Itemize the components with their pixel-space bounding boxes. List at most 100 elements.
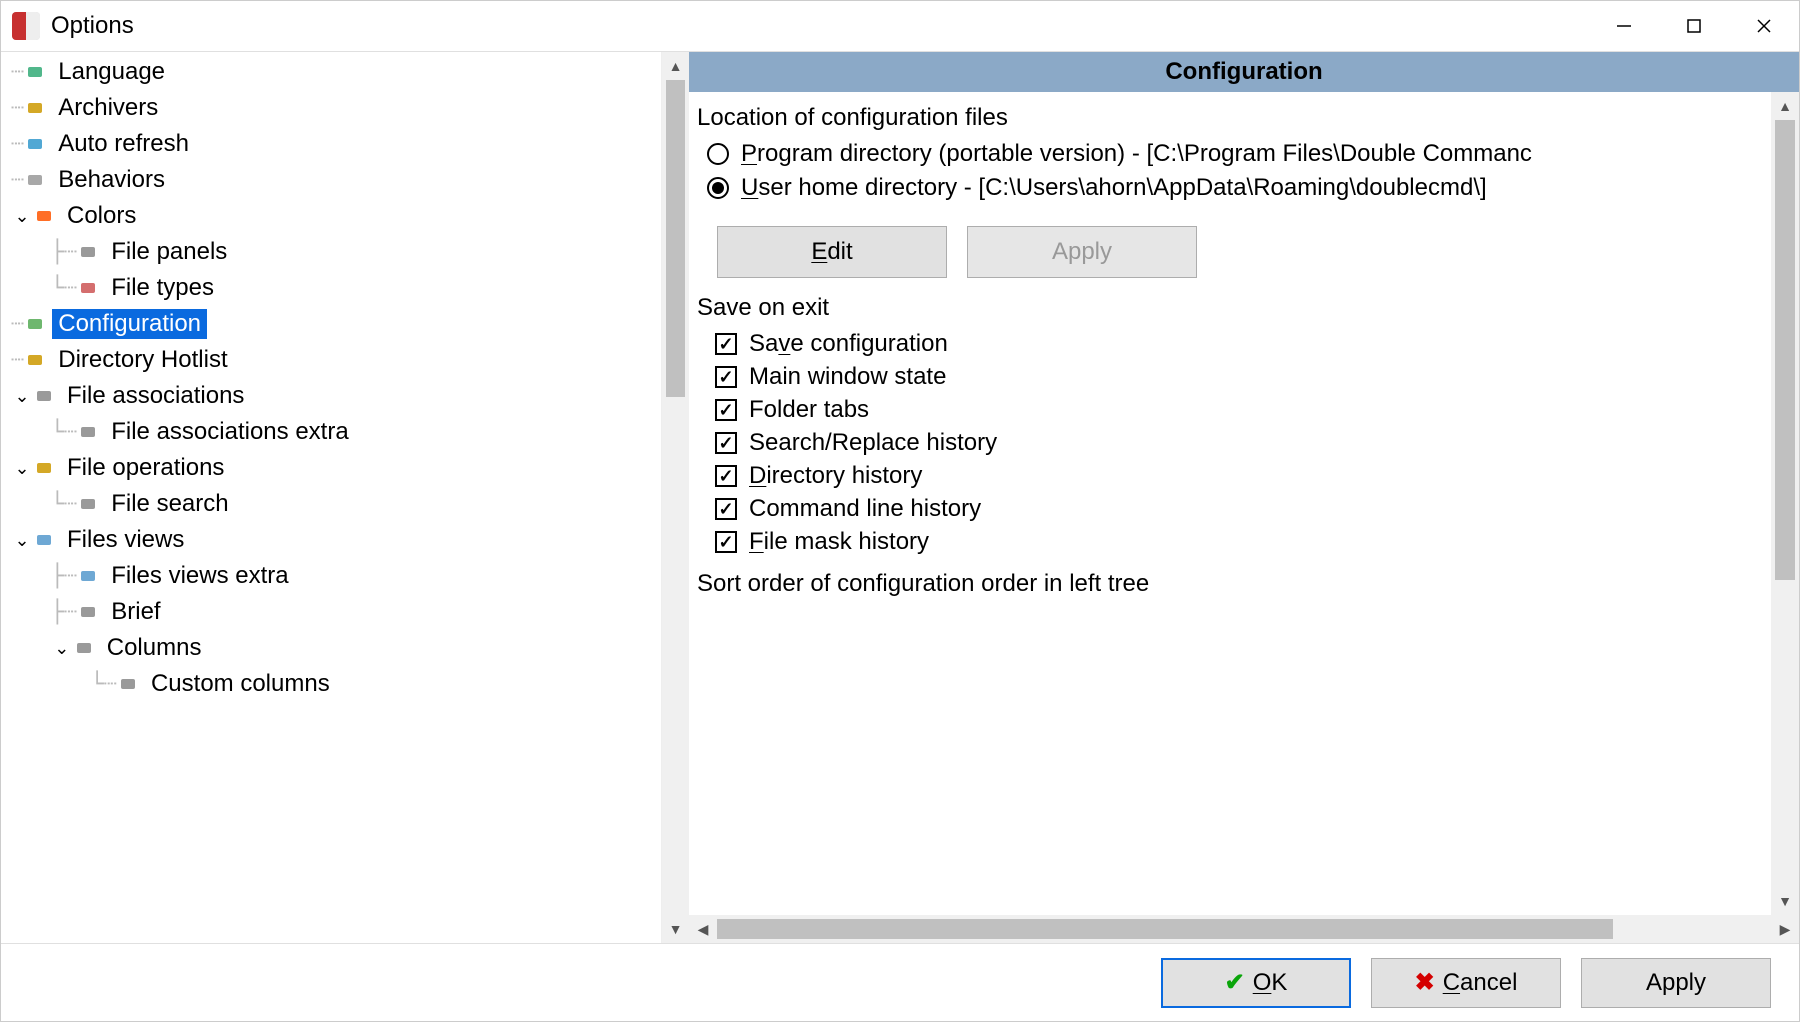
tree-item-file-search[interactable]: └┈File search <box>1 486 661 522</box>
scrollbar-track[interactable] <box>662 80 689 915</box>
tree-item-label: Columns <box>101 633 208 663</box>
scroll-up-icon[interactable]: ▲ <box>662 52 689 80</box>
tree-item-archivers[interactable]: ┈Archivers <box>1 90 661 126</box>
scrollbar-track[interactable] <box>717 915 1771 943</box>
save-on-exit-group: Save configuration Main window state Folde… <box>697 330 1761 556</box>
maximize-icon <box>1686 18 1702 34</box>
cancel-button[interactable]: ✖ Cancel <box>1371 958 1561 1008</box>
tree-item-colors[interactable]: ⌄Colors <box>1 198 661 234</box>
scrollbar-thumb[interactable] <box>717 919 1613 939</box>
tree-item-language[interactable]: ┈Language <box>1 54 661 90</box>
checkbox-icon <box>715 399 737 421</box>
save-check-1[interactable]: Main window state <box>715 363 1761 391</box>
save-check-5[interactable]: Command line history <box>715 495 1761 523</box>
tree-item-file-panels[interactable]: ├┈ File panels <box>1 234 661 270</box>
cancel-rest: ancel <box>1460 969 1517 996</box>
save-check-4[interactable]: Directory history <box>715 462 1761 490</box>
apply-button[interactable]: Apply <box>1581 958 1771 1008</box>
tree-item-file-types[interactable]: └┈File types <box>1 270 661 306</box>
tree-item-custom-columns[interactable]: └┈Custom columns <box>1 666 661 702</box>
accel-letter: C <box>1443 969 1460 996</box>
save-check-3[interactable]: Search/Replace history <box>715 429 1761 457</box>
content-header: Configuration <box>689 52 1799 92</box>
location-radio-0[interactable]: Program directory (portable version) - [… <box>707 140 1761 168</box>
tree-item-label: File associations extra <box>105 417 354 447</box>
tree-branch: └┈ <box>11 672 117 697</box>
language-icon <box>24 61 46 83</box>
content-inner: Location of configuration files Program … <box>689 92 1771 915</box>
tree-item-behaviors[interactable]: ┈Behaviors <box>1 162 661 198</box>
tree-item-label: Auto refresh <box>52 129 195 159</box>
options-tree[interactable]: ┈Language┈Archivers┈Auto refresh┈Behavio… <box>1 52 661 704</box>
checkbox-label: File mask history <box>749 528 929 556</box>
minimize-icon <box>1616 18 1632 34</box>
tree-item-file-associations[interactable]: ⌄File associations <box>1 378 661 414</box>
close-button[interactable] <box>1729 1 1799 51</box>
tree-item-files-views[interactable]: ⌄Files views <box>1 522 661 558</box>
brief-icon <box>77 601 99 623</box>
chevron-down-icon[interactable]: ⌄ <box>11 458 33 479</box>
window-controls <box>1589 1 1799 51</box>
tree-item-columns[interactable]: ⌄ Columns <box>1 630 661 666</box>
checkbox-icon <box>715 531 737 553</box>
content-horizontal-scrollbar[interactable]: ◀ ▶ <box>689 915 1799 943</box>
tree-item-configuration[interactable]: ┈Configuration <box>1 306 661 342</box>
check-icon: ✔ <box>1225 968 1245 997</box>
scrollbar-track[interactable] <box>1771 120 1799 887</box>
scroll-left-icon[interactable]: ◀ <box>689 915 717 943</box>
behaviors-icon <box>24 169 46 191</box>
save-check-6[interactable]: File mask history <box>715 528 1761 556</box>
tree-item-label: Configuration <box>52 309 207 339</box>
maximize-button[interactable] <box>1659 1 1729 51</box>
tree-item-label: File operations <box>61 453 230 483</box>
tree-item-label: File panels <box>105 237 233 267</box>
radio-icon <box>707 143 729 165</box>
chevron-down-icon[interactable]: ⌄ <box>51 638 73 659</box>
scroll-up-icon[interactable]: ▲ <box>1771 92 1799 120</box>
tree-branch: ├┈ <box>11 240 77 265</box>
x-icon: ✖ <box>1415 968 1435 997</box>
save-on-exit-label: Save on exit <box>697 294 1761 322</box>
content-vertical-scrollbar[interactable]: ▲ ▼ <box>1771 92 1799 915</box>
chevron-down-icon[interactable]: ⌄ <box>11 206 33 227</box>
tree-item-auto-refresh[interactable]: ┈Auto refresh <box>1 126 661 162</box>
location-radio-1[interactable]: User home directory - [C:\Users\ahorn\Ap… <box>707 174 1761 202</box>
tree-item-label: Directory Hotlist <box>52 345 233 375</box>
minimize-button[interactable] <box>1589 1 1659 51</box>
location-label: Location of configuration files <box>697 104 1761 132</box>
tree-item-directory-hotlist[interactable]: ┈Directory Hotlist <box>1 342 661 378</box>
options-window: Options ┈Language┈Archivers┈Auto refresh… <box>0 0 1800 1022</box>
content-pane: Configuration Location of configuration … <box>689 52 1799 943</box>
tree-item-files-views-extra[interactable]: ├┈Files views extra <box>1 558 661 594</box>
tree-branch <box>11 636 51 661</box>
scrollbar-thumb[interactable] <box>1775 120 1795 580</box>
tree-item-file-operations[interactable]: ⌄ File operations <box>1 450 661 486</box>
chevron-down-icon[interactable]: ⌄ <box>11 386 33 407</box>
scroll-down-icon[interactable]: ▼ <box>1771 887 1799 915</box>
scrollbar-thumb[interactable] <box>666 80 685 397</box>
save-check-2[interactable]: Folder tabs <box>715 396 1761 424</box>
accel-letter: O <box>1253 969 1272 996</box>
checkbox-label: Command line history <box>749 495 981 523</box>
chevron-down-icon[interactable]: ⌄ <box>11 530 33 551</box>
tree-item-brief[interactable]: ├┈Brief <box>1 594 661 630</box>
dialog-footer: ✔ OK ✖ Cancel Apply <box>1 943 1799 1021</box>
columns-icon <box>73 637 95 659</box>
apply-location-button[interactable]: Apply <box>967 226 1197 278</box>
scroll-down-icon[interactable]: ▼ <box>662 915 689 943</box>
tree-item-file-associations-extra[interactable]: └┈File associations extra <box>1 414 661 450</box>
archivers-icon <box>24 97 46 119</box>
close-icon <box>1756 18 1772 34</box>
checkbox-label: Main window state <box>749 363 946 391</box>
tree-item-label: Brief <box>105 597 166 627</box>
scroll-right-icon[interactable]: ▶ <box>1771 915 1799 943</box>
edit-button[interactable]: Edit <box>717 226 947 278</box>
tree-item-label: Language <box>52 57 171 87</box>
tree-scrollbar[interactable]: ▲ ▼ <box>661 52 689 943</box>
ok-button[interactable]: ✔ OK <box>1161 958 1351 1008</box>
views-extra-icon <box>77 565 99 587</box>
checkbox-label: Save configuration <box>749 330 948 358</box>
tree-item-label: File search <box>105 489 234 519</box>
location-button-row: Edit Apply <box>697 208 1761 288</box>
save-check-0[interactable]: Save configuration <box>715 330 1761 358</box>
